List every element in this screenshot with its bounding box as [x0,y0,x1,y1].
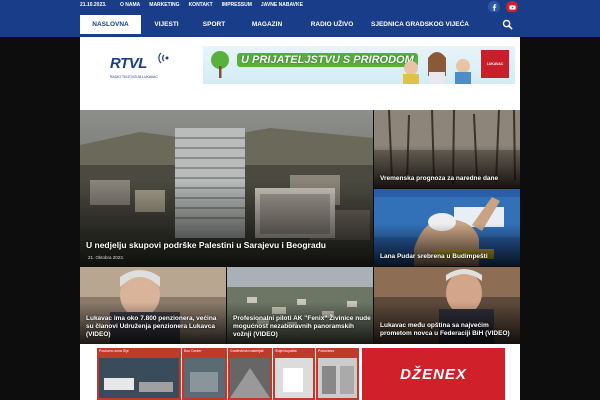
ad-segment: Poslovno zona Sije [97,348,181,400]
current-date: 21.10.2023. [80,2,107,8]
banner-text: U PRIJATELJSTVU S PRIRODOM [237,53,418,67]
ad-business-zone[interactable]: Poslovno zona Sije Box Center Građevinsk… [97,348,359,400]
top-link-kontakt[interactable]: KONTAKT [189,2,213,8]
ad-photo [318,358,357,398]
nav-vijesti[interactable]: VIJESTI [143,15,190,34]
ad-caption: Građevinski materijali [230,349,264,353]
pension-title[interactable]: Lukavac ima oko 7.800 penzionera, većina… [86,315,222,339]
ad-caption: Pokućstvo [318,349,335,353]
nav-radio-uzivo[interactable]: RADIO UŽIVO [300,15,364,34]
signal-icon [158,52,169,64]
logo-text: RTVL [110,55,147,72]
article-invest[interactable]: Lukavac među opština sa najvećim prometo… [374,267,520,344]
ad-caption: Svijet kupatila [275,349,297,353]
top-links: O NAMA MARKETING KONTAKT IMPRESSUM JAVNE… [120,2,303,8]
pilots-title[interactable]: Profesionalni piloti AK "Fenix" Živinice… [233,315,371,339]
article-swim[interactable]: Lana Pudar srebrena u Budimpešti [374,189,520,266]
nav-naslovna[interactable]: NASLOVNA [80,15,141,34]
nav-sjednica[interactable]: SJEDNICA GRADSKOG VIJEĆA [370,15,470,34]
logo-subtitle: RADIO TELEVIZIJA LUKAVAC [110,75,158,79]
banner-ad[interactable]: U PRIJATELJSTVU S PRIRODOM LUKAVAC [203,46,515,84]
site-logo[interactable]: RTVL RADIO TELEVIZIJA LUKAVAC [108,49,174,83]
ad-photo [184,358,225,398]
feature-date: 21. Oktobra 2023. [88,255,125,260]
banner-brand: LUKAVAC [486,62,504,66]
main-nav: NASLOVNA VIJESTI SPORT MAGAZIN RADIO UŽI… [0,12,600,37]
ad-segment: Svijet kupatila [273,348,315,400]
top-link-marketing[interactable]: MARKETING [149,2,179,8]
header-divider [80,93,520,110]
article-pilots[interactable]: Profesionalni piloti AK "Fenix" Živinice… [227,267,373,344]
tree-icon [211,51,229,78]
ad-caption: Poslovno zona Sije [99,349,129,353]
invest-title[interactable]: Lukavac među opština sa najvećim prometo… [380,322,516,338]
article-weather[interactable]: Vremenska prognoza za naredne dane [374,110,520,188]
search-icon[interactable] [502,19,513,30]
ad-segment: Box Center [182,348,227,400]
ad-photo [230,358,270,398]
nav-magazin[interactable]: MAGAZIN [240,15,294,34]
page: 21.10.2023. O NAMA MARKETING KONTAKT IMP… [0,0,600,400]
banner-people-image [403,52,471,84]
ad-caption: Box Center [184,349,202,353]
swim-title[interactable]: Lana Pudar srebrena u Budimpešti [380,253,516,261]
ad-photo [275,358,313,398]
ad-dzenex-text: DŽENEX [400,365,467,383]
feature-article[interactable]: U nedjelju skupovi podrške Palestini u S… [80,110,373,266]
site-header: RTVL RADIO TELEVIZIJA LUKAVAC U PRIJATEL… [80,37,520,93]
article-pension[interactable]: Lukavac ima oko 7.800 penzionera, većina… [80,267,226,344]
top-link-o-nama[interactable]: O NAMA [120,2,140,8]
ad-photo [99,358,179,398]
feature-shade [80,180,373,266]
nav-sport[interactable]: SPORT [192,15,236,34]
weather-title[interactable]: Vremenska prognoza za naredne dane [380,175,516,183]
feature-title[interactable]: U nedjelju skupovi podrške Palestini u S… [86,240,366,251]
ad-row: Poslovno zona Sije Box Center Građevinsk… [80,344,520,400]
ad-dzenex[interactable]: DŽENEX [362,348,505,400]
ad-segment: Pokućstvo [316,348,359,400]
top-link-javne-nabavke[interactable]: JAVNE NABAVKE [261,2,303,8]
ad-segment: Građevinski materijali [228,348,272,400]
banner-brand-logo: LUKAVAC [481,50,509,78]
top-link-impressum[interactable]: IMPRESSUM [222,2,252,8]
